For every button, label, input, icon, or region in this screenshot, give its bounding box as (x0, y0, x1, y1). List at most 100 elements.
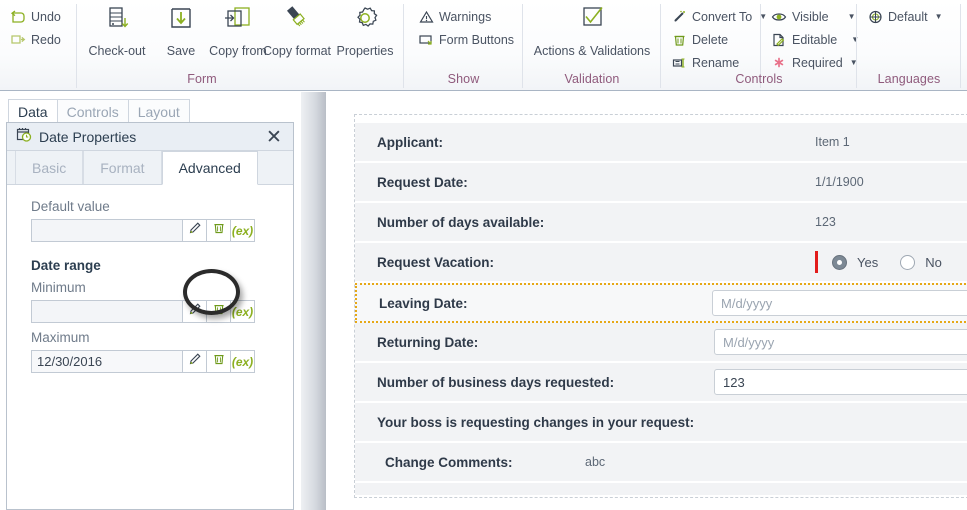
properties-button[interactable]: Properties (330, 4, 400, 72)
chevron-down-icon[interactable]: ▼ (935, 12, 943, 21)
maximum-clear-button[interactable] (207, 350, 231, 373)
delete-button[interactable]: Delete (671, 29, 728, 50)
panel-splitter[interactable] (301, 92, 326, 510)
ribbon-group-validation: Actions & Validations Validation (523, 0, 661, 90)
form-value: 1/1/1900 (815, 175, 864, 189)
form-value-wrap: M/d/yyyy (712, 290, 967, 316)
form-buttons-icon (418, 32, 434, 48)
tab-controls[interactable]: Controls (56, 99, 129, 123)
dialog-tab-advanced[interactable]: Advanced (161, 151, 258, 185)
form-row-boss-changes[interactable]: Your boss is requesting changes in your … (355, 403, 967, 443)
form-container: Applicant: Item 1 Request Date: 1/1/1900… (354, 114, 967, 498)
annotation-ellipse (183, 269, 240, 315)
form-label: Number of days available: (377, 214, 545, 230)
form-row-request-vacation[interactable]: Request Vacation: Yes No (355, 243, 967, 283)
visible-button[interactable]: Visible ▼ (771, 6, 856, 27)
editable-label: Editable (792, 32, 838, 47)
panel-tabstrip: Data Controls Layout (8, 98, 190, 123)
chevron-down-icon[interactable]: ▼ (848, 12, 856, 21)
dialog-tabstrip: Basic Format Advanced (7, 151, 293, 185)
close-icon[interactable]: ✕ (263, 126, 285, 148)
returning-date-input[interactable]: M/d/yyyy (714, 329, 967, 355)
properties-gear-icon (330, 4, 400, 44)
form-row-request-date[interactable]: Request Date: 1/1/1900 (355, 163, 967, 203)
ribbon-group-form: Undo Redo Check-out Save Copy from Copy … (0, 0, 404, 90)
default-language-button[interactable]: Default ▼ (867, 6, 943, 27)
ribbon-group-controls: Convert To ▼ Delete Rename Visible ▼ Edi… (661, 0, 859, 90)
default-value-clear-button[interactable] (207, 219, 231, 242)
ribbon-group-languages: Default ▼ Languages (857, 0, 961, 90)
default-value-edit-button[interactable] (183, 219, 207, 242)
undo-button[interactable]: Undo (10, 6, 61, 27)
form-label: Number of business days requested: (377, 374, 615, 390)
maximum-input[interactable]: 12/30/2016 (31, 350, 183, 373)
tab-data-label: Data (18, 103, 48, 120)
check-out-icon (84, 4, 150, 44)
maximum-edit-button[interactable] (183, 350, 207, 373)
form-row-returning-date[interactable]: Returning Date: M/d/yyyy (355, 323, 967, 363)
maximum-row: 12/30/2016 (ex) (31, 350, 293, 373)
dialog-tab-basic[interactable]: Basic (15, 151, 84, 184)
trash-icon (671, 32, 687, 48)
minimum-label: Minimum (31, 280, 86, 295)
rename-icon (671, 55, 687, 71)
editable-pencil-icon (771, 32, 787, 48)
form-buttons-button[interactable]: Form Buttons (418, 29, 514, 50)
left-properties-panel: Data Controls Layout Date Properties ✕ B… (0, 92, 300, 510)
default-value-label: Default value (31, 199, 110, 214)
business-days-input[interactable]: 123 (714, 369, 967, 395)
leaving-date-input[interactable]: M/d/yyyy (712, 290, 967, 316)
maximum-expression-button[interactable]: (ex) (231, 350, 255, 373)
form-row-leaving-date[interactable]: Leaving Date: M/d/yyyy (355, 283, 967, 323)
form-value: abc (585, 455, 606, 469)
default-language-label: Default (888, 9, 928, 24)
date-range-heading: Date range (31, 258, 101, 273)
required-button[interactable]: Required ▼ (771, 52, 858, 73)
radio-yes[interactable] (832, 254, 847, 270)
form-row-days-available[interactable]: Number of days available: 123 (355, 203, 967, 243)
ribbon-toolbar: Undo Redo Check-out Save Copy from Copy … (0, 0, 967, 91)
warning-triangle-icon (418, 9, 434, 25)
radio-no[interactable] (900, 254, 916, 270)
default-value-row: (ex) (31, 219, 293, 242)
tab-data[interactable]: Data (8, 99, 58, 123)
convert-to-button[interactable]: Convert To ▼ (671, 6, 767, 27)
globe-icon (867, 9, 883, 25)
expression-icon: (ex) (231, 223, 254, 238)
date-properties-dialog: Date Properties ✕ Basic Format Advanced … (6, 122, 294, 510)
minimum-input[interactable] (31, 300, 183, 323)
default-value-input[interactable] (31, 219, 183, 242)
form-label: Change Comments: (385, 454, 513, 470)
rename-button[interactable]: Rename (671, 52, 739, 73)
redo-button[interactable]: Redo (10, 29, 61, 50)
required-asterisk-icon (771, 55, 787, 71)
required-marker (815, 251, 818, 273)
tab-layout-label: Layout (137, 103, 180, 120)
form-value-wrap: 123 (714, 369, 967, 395)
ribbon-divider (960, 4, 961, 88)
editable-button[interactable]: Editable ▼ (771, 29, 859, 50)
check-out-button[interactable]: Check-out (84, 4, 150, 72)
undo-icon (10, 9, 26, 25)
dialog-tab-basic-label: Basic (32, 159, 67, 176)
radio-yes-label: Yes (857, 254, 879, 270)
tab-layout[interactable]: Layout (127, 99, 190, 123)
ribbon-group-title-controls: Controls (735, 72, 783, 86)
expression-icon: (ex) (231, 304, 254, 319)
form-buttons-label: Form Buttons (439, 32, 515, 47)
minimum-row: (ex) (31, 300, 293, 323)
form-row-change-comments[interactable]: Change Comments: abc (355, 443, 967, 483)
dialog-body: Default value (ex) Date range Minimum (e… (7, 185, 293, 509)
dialog-tab-format[interactable]: Format (83, 151, 162, 184)
form-row-applicant[interactable]: Applicant: Item 1 (355, 123, 967, 163)
warnings-label: Warnings (439, 9, 492, 24)
radio-no-label: No (925, 254, 942, 270)
form-value: Item 1 (815, 135, 850, 149)
copy-format-button[interactable]: Copy format (258, 4, 336, 72)
warnings-button[interactable]: Warnings (418, 6, 491, 27)
form-row-business-days[interactable]: Number of business days requested: 123 (355, 363, 967, 403)
form-label: Returning Date: (377, 334, 479, 350)
delete-label: Delete (692, 32, 729, 47)
default-value-expression-button[interactable]: (ex) (231, 219, 255, 242)
actions-and-validations-button[interactable]: Actions & Validations (529, 4, 655, 72)
